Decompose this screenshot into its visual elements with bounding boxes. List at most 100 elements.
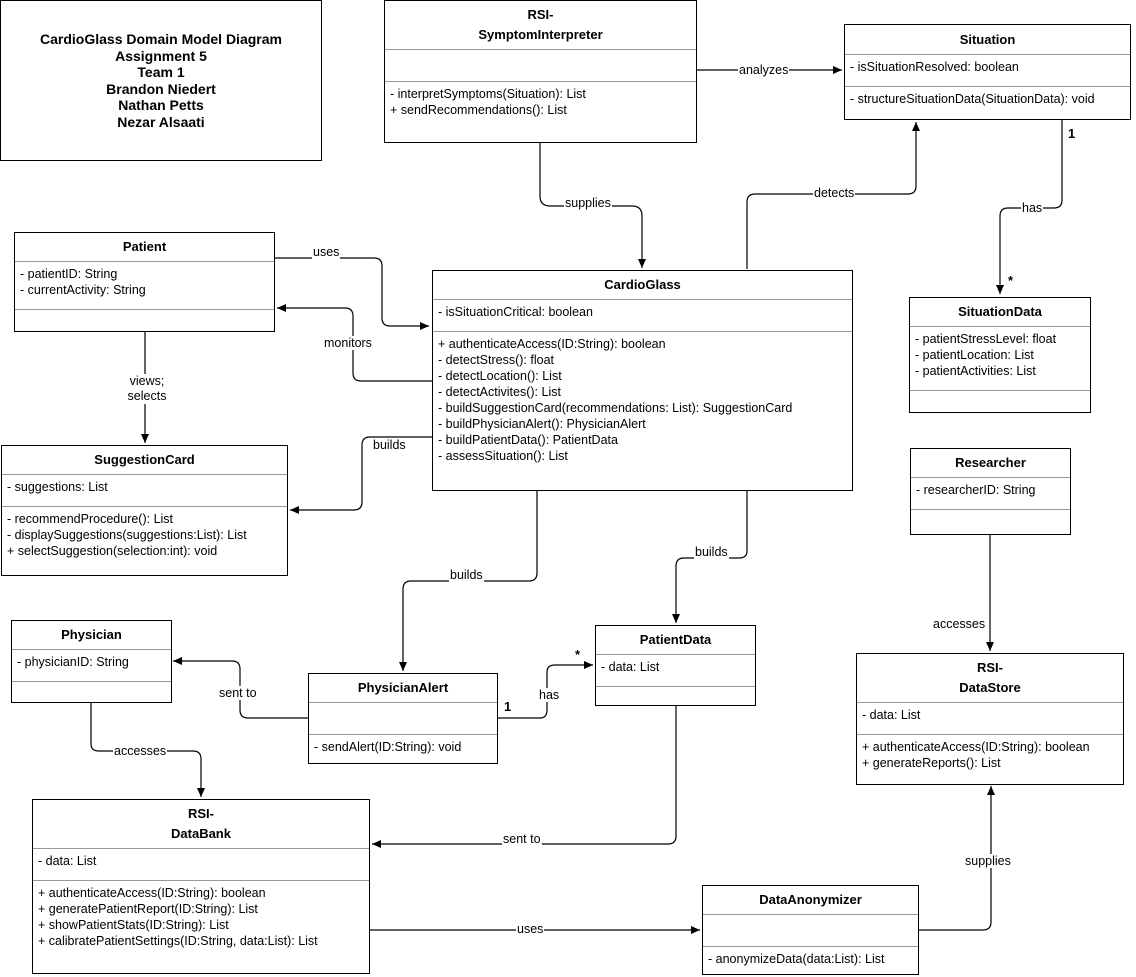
method: + authenticateAccess(ID:String): boolean — [862, 740, 1090, 754]
author-name: Brandon Niedert — [106, 80, 216, 97]
method: + calibratePatientSettings(ID:String, da… — [38, 934, 318, 948]
class-patient[interactable]: Patient - patientID: String - currentAct… — [14, 232, 275, 332]
relation-label-supplies: supplies — [564, 196, 612, 210]
attribute: - suggestions: List — [7, 480, 108, 494]
methods-section: - recommendProcedure(): List - displaySu… — [2, 506, 287, 563]
multiplicity-many: * — [575, 647, 581, 662]
multiplicity-one: 1 — [504, 699, 512, 714]
class-name: RSI- SymptomInterpreter — [478, 7, 603, 42]
method: - detectActivites(): List — [438, 385, 561, 399]
attributes-section — [309, 702, 497, 734]
methods-section — [12, 681, 171, 702]
title-block: CardioGlass Domain Model Diagram Assignm… — [0, 0, 322, 161]
relation-label-builds: builds — [694, 545, 729, 559]
methods-section: + authenticateAccess(ID:String): boolean… — [33, 880, 369, 953]
method: + selectSuggestion(selection:int): void — [7, 544, 218, 558]
edge-uses-patient — [275, 257, 429, 330]
diagram-title: CardioGlass Domain Model Diagram — [40, 31, 282, 47]
class-rsi-symptom-interpreter[interactable]: RSI- SymptomInterpreter - interpretSympt… — [384, 0, 697, 143]
method: + authenticateAccess(ID:String): boolean — [38, 886, 266, 900]
attribute: - data: List — [38, 854, 97, 868]
methods-section: + authenticateAccess(ID:String): boolean… — [857, 734, 1123, 775]
relation-label-detects: detects — [813, 186, 856, 200]
attributes-section: - researcherID: String — [911, 477, 1070, 509]
class-situation-data[interactable]: SituationData - patientStressLevel: floa… — [909, 297, 1091, 413]
class-name: SuggestionCard — [94, 452, 195, 467]
method: - buildPatientData(): PatientData — [438, 433, 618, 447]
method: - interpretSymptoms(Situation): List — [390, 87, 586, 101]
methods-section — [596, 686, 755, 705]
methods-section: + authenticateAccess(ID:String): boolean… — [433, 331, 852, 468]
class-rsi-datastore[interactable]: RSI- DataStore - data: List + authentica… — [856, 653, 1124, 785]
attribute: - data: List — [601, 660, 660, 674]
class-name: Researcher — [955, 455, 1026, 470]
attribute: - currentActivity: String — [20, 283, 146, 297]
author-name: Nezar Alsaati — [117, 113, 205, 130]
class-name: DataAnonymizer — [759, 892, 862, 907]
attribute: - isSituationResolved: boolean — [850, 60, 1019, 74]
attribute: - patientLocation: List — [915, 348, 1034, 362]
class-name: Situation — [959, 31, 1016, 47]
class-name: SituationData — [958, 304, 1042, 319]
attribute: - researcherID: String — [916, 483, 1036, 497]
class-situation[interactable]: Situation - isSituationResolved: boolean… — [844, 24, 1131, 120]
class-name: CardioGlass — [604, 277, 681, 292]
attributes-section: - isSituationResolved: boolean — [845, 54, 1130, 86]
method: - buildPhysicianAlert(): PhysicianAlert — [438, 417, 646, 431]
method: - sendAlert(ID:String): void — [314, 740, 462, 754]
class-researcher[interactable]: Researcher - researcherID: String — [910, 448, 1071, 535]
edge-builds-suggestioncard — [290, 436, 432, 514]
attribute: - isSituationCritical: boolean — [438, 305, 593, 319]
attribute: - patientID: String — [20, 267, 118, 281]
class-suggestion-card[interactable]: SuggestionCard - suggestions: List - rec… — [1, 445, 288, 576]
class-rsi-databank[interactable]: RSI- DataBank - data: List + authenticat… — [32, 799, 370, 974]
attributes-section — [385, 49, 696, 81]
class-name: RSI- DataStore — [959, 660, 1021, 695]
methods-section: - interpretSymptoms(Situation): List + s… — [385, 81, 696, 122]
method: - detectStress(): float — [438, 353, 555, 367]
relation-label-builds: builds — [372, 438, 407, 452]
relation-label-sent-to: sent to — [218, 686, 258, 700]
attribute: - patientActivities: List — [915, 364, 1036, 378]
assignment-label: Assignment 5 — [115, 47, 207, 64]
class-data-anonymizer[interactable]: DataAnonymizer - anonymizeData(data:List… — [702, 885, 919, 975]
class-cardioglass[interactable]: CardioGlass - isSituationCritical: boole… — [432, 270, 853, 491]
relation-label-monitors: monitors — [323, 336, 373, 350]
multiplicity-many: * — [1008, 273, 1014, 288]
class-physician-alert[interactable]: PhysicianAlert - sendAlert(ID:String): v… — [308, 673, 498, 764]
attributes-section — [703, 914, 918, 946]
class-name: RSI- DataBank — [171, 806, 231, 841]
class-name: Physician — [61, 627, 122, 642]
relation-label-supplies: supplies — [964, 854, 1012, 868]
class-patient-data[interactable]: PatientData - data: List — [595, 625, 756, 706]
methods-section: - structureSituationData(SituationData):… — [845, 86, 1130, 111]
relation-label-analyzes: analyzes — [738, 63, 790, 77]
multiplicity-one: 1 — [1068, 126, 1076, 141]
relation-label-sent-to: sent to — [502, 832, 542, 846]
attributes-section: - suggestions: List — [2, 474, 287, 506]
method: - anonymizeData(data:List): List — [708, 952, 885, 966]
method: + generatePatientReport(ID:String): List — [38, 902, 258, 916]
method: - buildSuggestionCard(recommendations: L… — [438, 401, 793, 415]
relation-label-has: has — [1021, 201, 1044, 215]
method: + generateReports(): List — [862, 756, 1001, 770]
attributes-section: - isSituationCritical: boolean — [433, 299, 852, 331]
relation-label-has: has — [538, 688, 561, 702]
team-label: Team 1 — [137, 64, 185, 80]
class-physician[interactable]: Physician - physicianID: String — [11, 620, 172, 703]
attributes-section: - data: List — [857, 702, 1123, 734]
methods-section — [15, 309, 274, 331]
relation-label-views-selects: views; selects — [118, 374, 176, 404]
relation-label-accesses: accesses — [932, 617, 987, 631]
method: - recommendProcedure(): List — [7, 512, 174, 526]
attributes-section: - physicianID: String — [12, 649, 171, 681]
method: - structureSituationData(SituationData):… — [850, 92, 1095, 106]
attribute: - physicianID: String — [17, 655, 129, 669]
methods-section: - sendAlert(ID:String): void — [309, 734, 497, 759]
class-name: PhysicianAlert — [357, 680, 449, 695]
methods-section — [910, 390, 1090, 412]
attributes-section: - data: List — [33, 848, 369, 880]
method: - displaySuggestions(suggestions:List): … — [7, 528, 247, 542]
class-name: PatientData — [639, 632, 712, 647]
attributes-section: - patientID: String - currentActivity: S… — [15, 261, 274, 309]
